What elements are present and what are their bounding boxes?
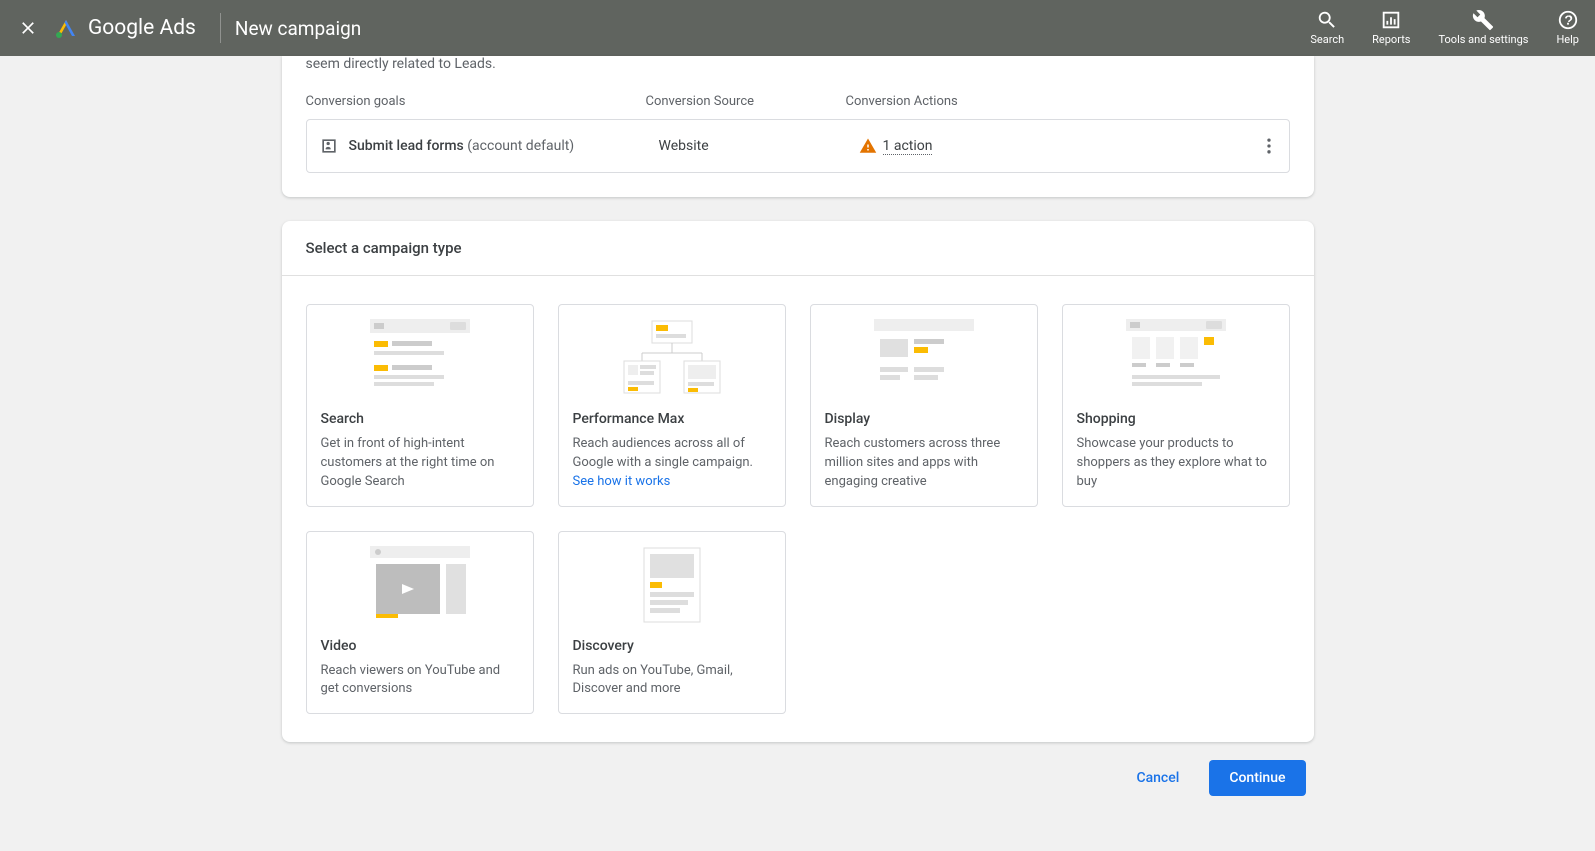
tools-settings-tool[interactable]: Tools and settings [1438, 9, 1528, 47]
reports-icon [1380, 9, 1402, 31]
see-how-link[interactable]: See how it works [573, 474, 671, 489]
campaign-option-discovery[interactable]: Discovery Run ads on YouTube, Gmail, Dis… [558, 531, 786, 715]
close-button[interactable] [16, 16, 40, 40]
brand-name: Google Ads [88, 16, 196, 40]
campaign-name: Performance Max [573, 411, 771, 427]
goal-subtext: (account default) [467, 138, 574, 154]
goal-action-count[interactable]: 1 action [883, 138, 933, 155]
continue-button[interactable]: Continue [1209, 760, 1305, 796]
discovery-illustration [573, 546, 771, 624]
column-header-source: Conversion Source [646, 94, 846, 109]
campaign-name: Search [321, 411, 519, 427]
campaign-type-grid: Search Get in front of high-intent custo… [282, 276, 1314, 714]
conversion-goals-card: seem directly related to Leads. Conversi… [282, 56, 1314, 197]
column-header-goal: Conversion goals [306, 94, 646, 109]
google-ads-logo-icon [54, 16, 78, 40]
campaign-option-video[interactable]: Video Reach viewers on YouTube and get c… [306, 531, 534, 715]
display-illustration [825, 319, 1023, 397]
reports-tool[interactable]: Reports [1372, 9, 1410, 47]
pmax-illustration [573, 319, 771, 397]
campaign-desc: Reach customers across three million sit… [825, 435, 1023, 492]
campaign-name: Video [321, 638, 519, 654]
reports-label: Reports [1372, 33, 1410, 47]
goals-row: Submit lead forms (account default) Webs… [306, 119, 1290, 173]
form-icon [319, 136, 339, 156]
goal-actions: 1 action [859, 137, 1249, 155]
close-icon [18, 18, 38, 38]
cancel-button[interactable]: Cancel [1122, 760, 1193, 796]
campaign-name: Shopping [1077, 411, 1275, 427]
app-header: Google Ads New campaign Search Reports T… [0, 0, 1595, 56]
campaign-desc: Showcase your products to shoppers as th… [1077, 435, 1275, 492]
campaign-name: Discovery [573, 638, 771, 654]
wrench-icon [1472, 9, 1494, 31]
campaign-desc: Reach viewers on YouTube and get convers… [321, 662, 519, 700]
search-tool[interactable]: Search [1310, 9, 1344, 47]
campaign-desc: Get in front of high-intent customers at… [321, 435, 519, 492]
goals-intro-text: seem directly related to Leads. [282, 56, 1314, 76]
campaign-option-performance-max[interactable]: Performance Max Reach audiences across a… [558, 304, 786, 507]
campaign-type-card: Select a campaign type Search Get in fro… [282, 221, 1314, 742]
help-tool[interactable]: Help [1556, 9, 1579, 47]
help-icon [1557, 9, 1579, 31]
column-header-actions: Conversion Actions [846, 94, 1250, 109]
brand-logo: Google Ads [54, 16, 196, 40]
video-illustration [321, 546, 519, 624]
campaign-option-shopping[interactable]: Shopping Showcase your products to shopp… [1062, 304, 1290, 507]
footer-actions: Cancel Continue [282, 760, 1314, 796]
more-vert-icon [1259, 136, 1279, 156]
campaign-option-search[interactable]: Search Get in front of high-intent custo… [306, 304, 534, 507]
goal-name: Submit lead forms [349, 138, 464, 154]
warning-icon [859, 137, 877, 155]
shopping-illustration [1077, 319, 1275, 397]
campaign-desc: Reach audiences across all of Google wit… [573, 435, 771, 492]
header-left: Google Ads New campaign [16, 13, 361, 43]
header-right: Search Reports Tools and settings Help [1310, 9, 1579, 47]
goal-row-menu[interactable] [1249, 136, 1289, 156]
tools-settings-label: Tools and settings [1438, 33, 1528, 47]
campaign-desc: Run ads on YouTube, Gmail, Discover and … [573, 662, 771, 700]
search-icon [1316, 9, 1338, 31]
campaign-option-display[interactable]: Display Reach customers across three mil… [810, 304, 1038, 507]
page-title: New campaign [235, 17, 361, 40]
search-label: Search [1310, 33, 1344, 47]
column-header-menu [1250, 94, 1290, 109]
campaign-type-title: Select a campaign type [282, 221, 1314, 276]
search-illustration [321, 319, 519, 397]
help-label: Help [1556, 33, 1579, 47]
goal-source: Website [659, 138, 859, 154]
header-divider [220, 13, 221, 43]
campaign-name: Display [825, 411, 1023, 427]
goals-table-header: Conversion goals Conversion Source Conve… [282, 76, 1314, 119]
page-body: seem directly related to Leads. Conversi… [0, 56, 1595, 836]
